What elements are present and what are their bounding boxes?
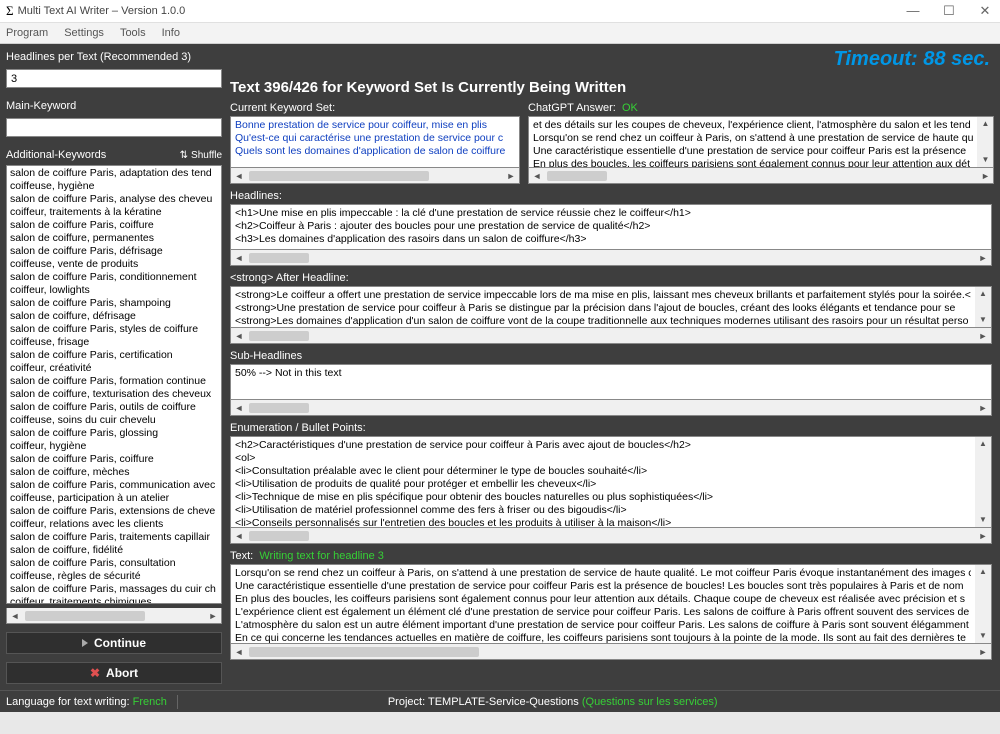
sub-hscroll[interactable]: ◄► bbox=[230, 400, 992, 416]
minimize-button[interactable]: — bbox=[904, 3, 922, 19]
enum-hscroll[interactable]: ◄► bbox=[230, 528, 992, 544]
headlines-label: Headlines: bbox=[230, 190, 992, 202]
enum-vscroll[interactable]: ▲▼ bbox=[975, 437, 991, 527]
cks-hscroll[interactable]: ◄► bbox=[230, 168, 520, 184]
current-keyword-set-label: Current Keyword Set: bbox=[230, 102, 520, 114]
play-icon bbox=[82, 639, 88, 647]
close-button[interactable]: ✕ bbox=[976, 3, 994, 19]
after-headline-box[interactable]: <strong>Le coiffeur a offert une prestat… bbox=[230, 286, 992, 328]
abort-button[interactable]: ✖Abort bbox=[6, 662, 222, 684]
menu-settings[interactable]: Settings bbox=[64, 27, 104, 39]
language-value: French bbox=[133, 696, 167, 708]
app-icon: Σ bbox=[6, 3, 14, 19]
timeout-display: Timeout: 88 sec. bbox=[834, 48, 990, 71]
sub-headlines-box[interactable]: 50% --> Not in this text bbox=[230, 364, 992, 400]
answer-label: ChatGPT Answer: OK bbox=[528, 102, 994, 114]
menubar: Program Settings Tools Info bbox=[0, 22, 1000, 44]
scroll-right-icon[interactable]: ► bbox=[205, 611, 221, 621]
text-label: Text: Writing text for headline 3 bbox=[230, 550, 992, 562]
enum-box[interactable]: <h2>Caractéristiques d'une prestation de… bbox=[230, 436, 992, 528]
answer-vscroll[interactable]: ▲▼ bbox=[977, 117, 993, 167]
text-vscroll[interactable]: ▲▼ bbox=[975, 565, 991, 643]
headlines-per-text-label: Headlines per Text (Recommended 3) bbox=[6, 51, 222, 63]
window-title: Multi Text AI Writer – Version 1.0.0 bbox=[18, 5, 904, 17]
keywords-hscroll[interactable]: ◄ ► bbox=[6, 608, 222, 624]
sub-headlines-label: Sub-Headlines bbox=[230, 350, 992, 362]
continue-button[interactable]: Continue bbox=[6, 632, 222, 654]
answer-hscroll[interactable]: ◄► bbox=[528, 168, 994, 184]
additional-keywords-list[interactable]: salon de coiffure Paris, adaptation des … bbox=[6, 165, 222, 604]
headlines-per-text-input[interactable] bbox=[6, 69, 222, 88]
text-box[interactable]: Lorsqu'on se rend chez un coiffeur à Par… bbox=[230, 564, 992, 644]
after-hscroll[interactable]: ◄► bbox=[230, 328, 992, 344]
titlebar: Σ Multi Text AI Writer – Version 1.0.0 —… bbox=[0, 0, 1000, 22]
shuffle-button[interactable]: ⇅Shuffle bbox=[180, 150, 222, 161]
enum-label: Enumeration / Bullet Points: bbox=[230, 422, 992, 434]
text-hscroll[interactable]: ◄► bbox=[230, 644, 992, 660]
additional-keywords-label: Additional-Keywords bbox=[6, 149, 106, 161]
project-note: (Questions sur les services) bbox=[582, 696, 718, 708]
statusbar: Language for text writing: French Projec… bbox=[0, 690, 1000, 712]
menu-tools[interactable]: Tools bbox=[120, 27, 146, 39]
shuffle-icon: ⇅ bbox=[180, 150, 188, 161]
answer-status: OK bbox=[622, 102, 638, 114]
current-keyword-set-box[interactable]: Bonne prestation de service pour coiffeu… bbox=[230, 116, 520, 168]
project-label: Project: TEMPLATE-Service-Questions bbox=[388, 696, 579, 708]
maximize-button[interactable]: ☐ bbox=[940, 3, 958, 19]
text-status: Writing text for headline 3 bbox=[259, 550, 384, 562]
headlines-box[interactable]: <h1>Une mise en plis impeccable : la clé… bbox=[230, 204, 992, 250]
scroll-left-icon[interactable]: ◄ bbox=[7, 611, 23, 621]
answer-box[interactable]: et des détails sur les coupes de cheveux… bbox=[528, 116, 994, 168]
menu-info[interactable]: Info bbox=[162, 27, 180, 39]
abort-icon: ✖ bbox=[90, 666, 100, 680]
progress-heading: Text 396/426 for Keyword Set Is Currentl… bbox=[230, 79, 992, 96]
headlines-hscroll[interactable]: ◄► bbox=[230, 250, 992, 266]
menu-program[interactable]: Program bbox=[6, 27, 48, 39]
language-label: Language for text writing: bbox=[6, 696, 130, 708]
main-keyword-label: Main-Keyword bbox=[6, 100, 222, 112]
main-keyword-input[interactable] bbox=[6, 118, 222, 137]
after-vscroll[interactable]: ▲▼ bbox=[975, 287, 991, 327]
after-headline-label: <strong> After Headline: bbox=[230, 272, 992, 284]
